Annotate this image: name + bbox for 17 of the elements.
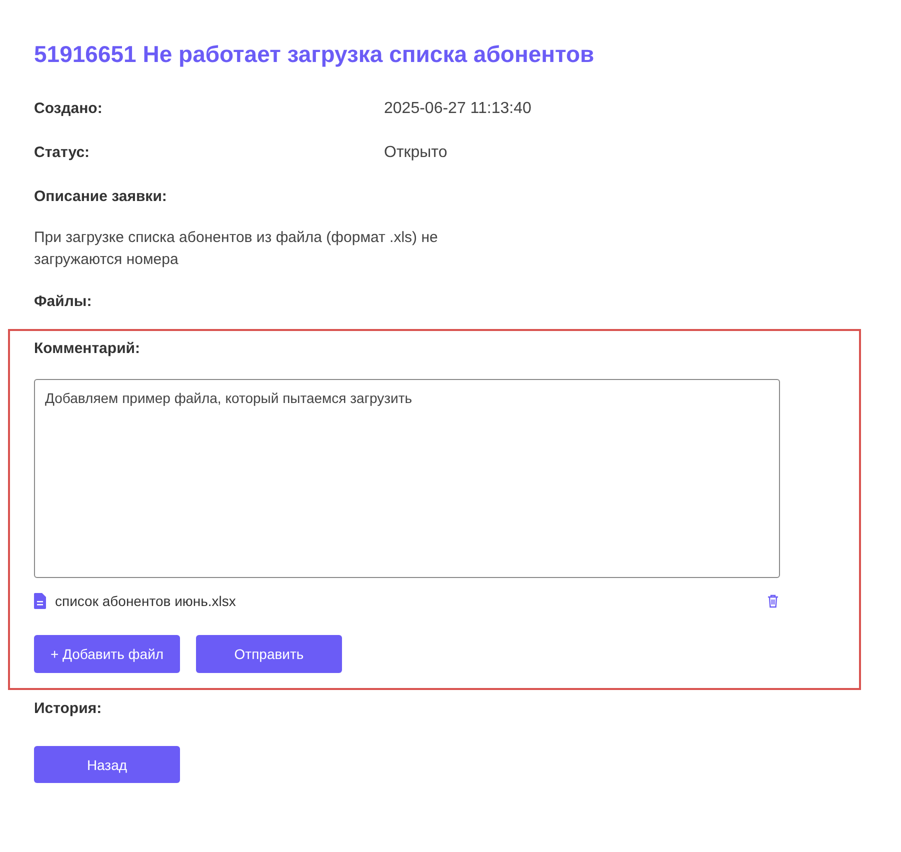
trash-icon[interactable] <box>767 594 779 608</box>
back-button[interactable]: Назад <box>34 746 180 783</box>
action-button[interactable]: + Добавить файл <box>34 635 180 673</box>
ticket-title: 51916651 Не работает загрузка списка абонентов <box>34 40 596 69</box>
field-value: 2025-06-27 11:13:40 <box>384 100 532 118</box>
action-button[interactable]: Отправить <box>196 635 342 673</box>
description-label: Описание заявки: <box>34 188 168 205</box>
description-text: При загрузке списка абонентов из файла (формат .xls) не загружаются номера <box>34 228 439 270</box>
attachment-name[interactable]: список абонентов июнь.xlsx <box>55 593 767 609</box>
comment-field[interactable]: Добавляем пример файла, который пытаемся загрузить <box>34 379 780 578</box>
document-icon <box>34 593 46 609</box>
history-label: История: <box>34 700 103 717</box>
field-label: Создано: <box>34 100 104 117</box>
comment-label: Комментарий: <box>34 340 142 357</box>
field-value: Открыто <box>384 144 448 162</box>
files-label: Файлы: <box>34 293 93 310</box>
field-label: Статус: <box>34 144 91 161</box>
